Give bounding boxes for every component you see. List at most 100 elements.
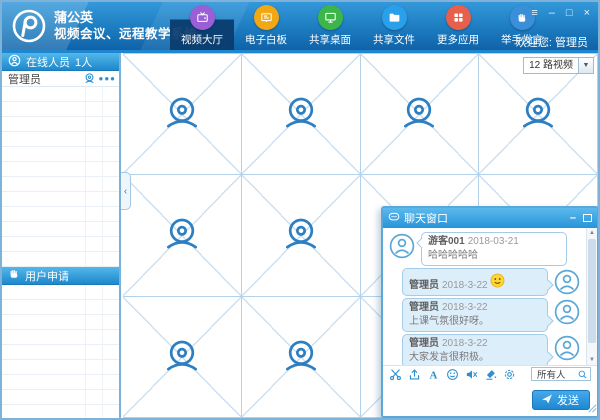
channel-selector[interactable]: 12 路视频 ▼ (523, 57, 594, 74)
empty-row (2, 177, 119, 192)
nav-item-more-apps[interactable]: 更多应用 (426, 2, 490, 50)
empty-row (2, 300, 119, 315)
nav-item-share-desktop[interactable]: 共享桌面 (298, 2, 362, 50)
member-camera-icon[interactable] (83, 72, 96, 85)
sidebar-collapse-handle[interactable]: ‹ (121, 172, 131, 210)
channel-selector-value: 12 路视频 (523, 57, 579, 74)
chat-bubble-icon (388, 211, 400, 226)
video-cell[interactable] (242, 297, 361, 418)
empty-row (2, 222, 119, 237)
nav-item-label: 视频大厅 (181, 32, 223, 47)
scrollbar-thumb[interactable] (588, 239, 596, 343)
video-cell[interactable] (361, 54, 480, 175)
app-logo-icon (11, 8, 47, 44)
video-hall-icon (190, 5, 215, 30)
search-icon (577, 369, 588, 380)
send-button-label: 发送 (557, 392, 579, 408)
empty-row (2, 192, 119, 207)
chat-minimize-icon[interactable]: – (570, 214, 576, 222)
member-name: 管理员 (8, 71, 83, 87)
chat-window-controls: – (570, 214, 592, 222)
paper-plane-icon (541, 393, 553, 408)
chat-messages: 游客0012018-03-21 哈哈哈哈哈 管理员2018-3-22 管理员20… (383, 228, 597, 365)
person-icon (8, 54, 21, 70)
chat-input-area[interactable]: 发送 (383, 382, 597, 416)
empty-row (2, 405, 119, 418)
header-nav: 视频大厅电子白板共享桌面共享文件更多应用举手发言 (170, 2, 554, 50)
recipient-selector[interactable]: 所有人 (531, 367, 591, 381)
nav-item-label: 电子白板 (245, 32, 287, 47)
svg-text:A: A (430, 369, 438, 380)
chat-scrollbar[interactable]: ▲ ▼ (586, 228, 597, 365)
chat-toolbar: A 所有人 (383, 365, 597, 382)
empty-row (2, 390, 119, 405)
nav-item-video-hall[interactable]: 视频大厅 (170, 2, 234, 50)
message-user: 管理员 (409, 280, 439, 291)
member-row[interactable]: 管理员 ●●● (2, 71, 119, 87)
empty-row (2, 102, 119, 117)
nav-item-share-files[interactable]: 共享文件 (362, 2, 426, 50)
smiley-emoji (490, 273, 505, 292)
empty-row (2, 117, 119, 132)
cut-icon[interactable] (389, 368, 402, 381)
online-members-header[interactable]: 在线人员 1人 (2, 53, 119, 71)
send-button[interactable]: 发送 (532, 390, 590, 410)
emoji-icon[interactable] (446, 368, 459, 381)
chat-message: 管理员2018-3-22 上课气氛很好呀。 (387, 298, 582, 332)
online-list: 管理员 ●●● (2, 71, 119, 87)
message-text: 大家发言很积极。 (409, 351, 541, 364)
chevron-left-icon: ‹ (124, 186, 127, 197)
empty-row (2, 285, 119, 300)
video-cell[interactable] (242, 175, 361, 296)
menu-icon[interactable]: ≡ (531, 6, 537, 20)
minimize-icon[interactable]: – (549, 6, 555, 20)
settings-icon[interactable] (503, 368, 516, 381)
video-cell[interactable] (123, 297, 242, 418)
empty-row (2, 345, 119, 360)
nav-item-whiteboard[interactable]: 电子白板 (234, 2, 298, 50)
scroll-up-icon[interactable]: ▲ (587, 228, 597, 238)
window-controls: ≡–□ × (531, 6, 590, 20)
member-more-icon[interactable]: ●●● (99, 74, 117, 83)
whiteboard-icon (254, 5, 279, 30)
empty-row (2, 315, 119, 330)
close-icon[interactable]: × (584, 6, 590, 20)
chat-window: 聊天窗口 – 游客0012018-03-21 哈哈哈哈哈 管理员2018-3-2… (381, 206, 599, 418)
message-text: 上课气氛很好呀。 (409, 315, 541, 328)
font-icon[interactable]: A (427, 368, 440, 381)
empty-row (2, 330, 119, 345)
empty-row (2, 132, 119, 147)
online-members-label: 在线人员 (26, 54, 70, 70)
upload-icon[interactable] (408, 368, 421, 381)
chat-message: 游客0012018-03-21 哈哈哈哈哈 (387, 232, 582, 266)
message-user: 管理员 (409, 338, 439, 349)
user-apply-header[interactable]: 用户申请 (2, 267, 119, 285)
share-files-icon (382, 5, 407, 30)
recipient-value: 所有人 (537, 367, 566, 381)
apply-list-empty (2, 285, 119, 418)
scroll-down-icon[interactable]: ▼ (587, 355, 597, 365)
mute-icon[interactable] (465, 368, 478, 381)
message-date: 2018-3-22 (442, 338, 488, 349)
video-cell[interactable] (123, 175, 242, 296)
chat-maximize-icon[interactable] (583, 214, 592, 222)
hand-icon (8, 268, 20, 283)
avatar-icon (554, 299, 580, 325)
resize-grip[interactable] (586, 402, 597, 416)
share-desktop-icon (318, 5, 343, 30)
eraser-icon[interactable] (484, 368, 497, 381)
empty-row (2, 375, 119, 390)
chevron-down-icon[interactable]: ▼ (579, 57, 594, 74)
webcam-icon (280, 96, 322, 132)
video-cell[interactable] (242, 54, 361, 175)
chat-header[interactable]: 聊天窗口 – (383, 208, 597, 228)
empty-row (2, 252, 119, 267)
message-user: 管理员 (409, 302, 439, 313)
chat-message: 管理员2018-3-22 (387, 268, 582, 296)
webcam-icon (161, 339, 203, 375)
empty-row (2, 207, 119, 222)
maximize-icon[interactable]: □ (566, 6, 573, 20)
sidebar: 在线人员 1人 管理员 ●●● 用户申请 (2, 53, 121, 418)
empty-row (2, 237, 119, 252)
video-cell[interactable] (123, 54, 242, 175)
